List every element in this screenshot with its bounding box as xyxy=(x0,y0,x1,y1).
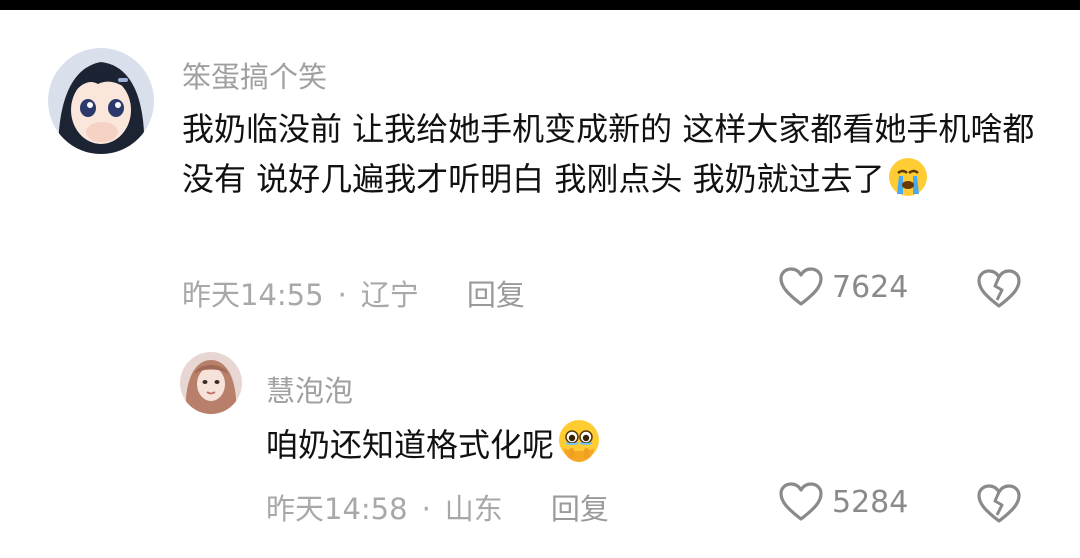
comment-time: 昨天14:58 xyxy=(266,492,408,526)
status-bar-strip xyxy=(0,0,1080,10)
comment-meta: 昨天14:55 · 辽宁 回复 xyxy=(182,272,525,314)
comment-meta: 昨天14:58 · 山东 回复 xyxy=(266,486,609,528)
comment-username[interactable]: 慧泡泡 xyxy=(266,368,353,410)
comment-time: 昨天14:55 xyxy=(182,278,324,312)
heart-outline-icon xyxy=(779,267,823,306)
heart-outline-icon xyxy=(779,482,823,521)
face-holding-back-tears-emoji xyxy=(556,418,602,478)
like-count: 5284 xyxy=(832,484,909,520)
loudly-crying-face-emoji xyxy=(887,156,929,212)
comment-location: 山东 xyxy=(444,492,503,526)
broken-heart-icon xyxy=(977,269,1021,308)
meta-separator: · xyxy=(421,492,431,526)
broken-heart-icon xyxy=(977,484,1021,523)
avatar[interactable] xyxy=(180,352,242,414)
comment-text: 咱奶还知道格式化呢 xyxy=(266,418,1026,478)
like-button[interactable]: 5284 xyxy=(778,481,908,523)
like-button[interactable]: 7624 xyxy=(778,266,908,308)
comment-text-content: 咱奶还知道格式化呢 xyxy=(266,426,555,464)
reply-button[interactable]: 回复 xyxy=(551,492,609,526)
meta-separator: · xyxy=(337,278,347,312)
reply-button[interactable]: 回复 xyxy=(467,278,525,312)
comment-username[interactable]: 笨蛋搞个笑 xyxy=(182,54,327,96)
dislike-button[interactable] xyxy=(976,268,1022,314)
dislike-button[interactable] xyxy=(976,483,1022,529)
avatar[interactable] xyxy=(48,48,154,154)
comment-text: 我奶临没前 让我给她手机变成新的 这样大家都看她手机啥都没有 说好几遍我才听明白… xyxy=(182,104,1042,212)
like-count: 7624 xyxy=(832,269,909,305)
comment-location: 辽宁 xyxy=(360,278,419,312)
